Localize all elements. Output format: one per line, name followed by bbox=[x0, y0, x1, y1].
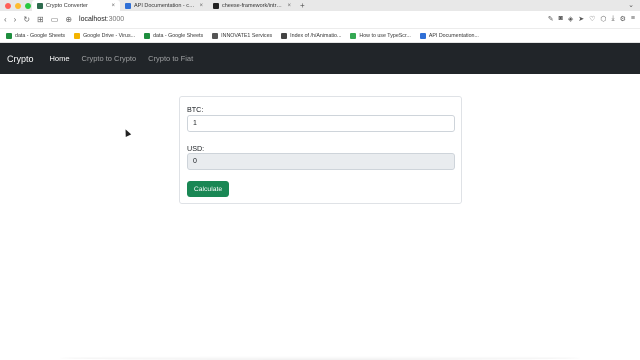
browser-tab[interactable]: cheese-framework/intro-react × bbox=[208, 0, 296, 11]
api-icon bbox=[419, 32, 426, 39]
window-controls bbox=[0, 2, 32, 9]
browser-toolbar: ‹ › ↻ ⊞ ▭ ⊕ localhost:3000 ✎ ◙ ◈ ➤ ♡ ⬡ ⤓… bbox=[0, 11, 640, 29]
browser-tab[interactable]: Crypto Converter × bbox=[32, 0, 120, 11]
tab-list-icon[interactable]: ⌄ bbox=[628, 1, 634, 9]
bookmark-label: Index of /h/Animatio... bbox=[290, 32, 342, 39]
back-icon[interactable]: ‹ bbox=[4, 15, 7, 24]
navbar-brand[interactable]: Crypto bbox=[7, 54, 34, 64]
bookmark-item[interactable]: How to use TypeScr... bbox=[350, 32, 411, 39]
address-port: :3000 bbox=[106, 16, 125, 23]
vpn-icon[interactable]: ▭ bbox=[51, 15, 59, 24]
heart-icon[interactable]: ♡ bbox=[589, 15, 595, 23]
dots-icon bbox=[212, 32, 219, 39]
bookmarks-bar: data - Google Sheets Google Drive - Viru… bbox=[0, 29, 640, 43]
sheets-icon bbox=[144, 32, 151, 39]
site-info-icon[interactable]: ⊕ bbox=[65, 15, 72, 24]
close-tab-icon[interactable]: × bbox=[287, 3, 291, 9]
nav-link-crypto-to-fiat[interactable]: Crypto to Fiat bbox=[148, 54, 193, 63]
file-icon bbox=[281, 32, 288, 39]
tab-title: API Documentation - coinlayer bbox=[134, 2, 197, 9]
tab-title: cheese-framework/intro-react bbox=[222, 2, 284, 9]
address-bar[interactable]: localhost:3000 bbox=[79, 16, 124, 23]
edit-icon[interactable]: ✎ bbox=[548, 15, 554, 23]
bookmark-item[interactable]: data - Google Sheets bbox=[6, 32, 66, 39]
tab-favicon-icon bbox=[37, 2, 43, 9]
doc-icon bbox=[350, 32, 357, 39]
box-icon[interactable]: ⬡ bbox=[600, 15, 606, 23]
bookmark-item[interactable]: API Documentation... bbox=[419, 32, 479, 39]
reload-icon[interactable]: ↻ bbox=[23, 15, 30, 24]
calculate-button[interactable]: Calculate bbox=[187, 181, 229, 197]
toolbar-right-icons: ✎ ◙ ◈ ➤ ♡ ⬡ ⤓ ⚙ ≡ bbox=[548, 15, 635, 23]
usd-label: USD: bbox=[187, 144, 205, 153]
browser-tab[interactable]: API Documentation - coinlayer × bbox=[120, 0, 208, 11]
btc-input[interactable]: 1 bbox=[187, 115, 455, 132]
bookmark-label: INNOVATE1 Services bbox=[221, 32, 273, 39]
download-icon[interactable]: ⤓ bbox=[612, 15, 615, 23]
app-navbar: Crypto Home Crypto to Crypto Crypto to F… bbox=[0, 43, 640, 74]
bookmark-label: How to use TypeScr... bbox=[359, 32, 411, 39]
converter-card: BTC: 1 USD: 0 Calculate bbox=[179, 96, 462, 204]
close-window-icon[interactable] bbox=[5, 2, 11, 9]
tab-title: Crypto Converter bbox=[46, 2, 88, 9]
bookmark-label: data - Google Sheets bbox=[153, 32, 204, 39]
bookmark-label: API Documentation... bbox=[428, 32, 479, 39]
mouse-cursor-icon bbox=[122, 128, 132, 137]
bookmark-label: Google Drive - Virus... bbox=[83, 32, 136, 39]
settings-icon[interactable]: ⚙ bbox=[620, 15, 626, 23]
close-tab-icon[interactable]: × bbox=[199, 3, 203, 9]
drive-icon bbox=[74, 32, 81, 39]
bookmark-item[interactable]: INNOVATE1 Services bbox=[212, 32, 273, 39]
nav-link-crypto-to-crypto[interactable]: Crypto to Crypto bbox=[82, 54, 137, 63]
shield-icon[interactable]: ◈ bbox=[568, 15, 573, 23]
btc-label: BTC: bbox=[187, 105, 204, 114]
usd-output: 0 bbox=[187, 153, 455, 170]
tab-favicon-icon bbox=[125, 2, 131, 9]
send-icon[interactable]: ➤ bbox=[578, 15, 584, 23]
menu-icon[interactable]: ≡ bbox=[631, 15, 635, 23]
camera-icon[interactable]: ◙ bbox=[559, 15, 563, 23]
maximize-window-icon[interactable] bbox=[25, 2, 31, 9]
address-host: localhost bbox=[79, 16, 107, 23]
browser-tab-bar: Crypto Converter × API Documentation - c… bbox=[0, 0, 640, 11]
minimize-window-icon[interactable] bbox=[15, 2, 21, 9]
bookmark-item[interactable]: data - Google Sheets bbox=[144, 32, 204, 39]
nav-link-home[interactable]: Home bbox=[50, 54, 70, 63]
forward-icon[interactable]: › bbox=[14, 15, 17, 24]
bookmark-item[interactable]: Index of /h/Animatio... bbox=[281, 32, 342, 39]
tab-favicon-icon bbox=[213, 2, 219, 9]
sheets-icon bbox=[6, 32, 12, 39]
extensions-grid-icon[interactable]: ⊞ bbox=[37, 15, 44, 24]
bottom-shadow bbox=[60, 356, 580, 360]
close-tab-icon[interactable]: × bbox=[111, 3, 115, 9]
new-tab-icon[interactable]: + bbox=[296, 1, 305, 10]
bookmark-label: data - Google Sheets bbox=[15, 32, 66, 39]
bookmark-item[interactable]: Google Drive - Virus... bbox=[74, 32, 136, 39]
